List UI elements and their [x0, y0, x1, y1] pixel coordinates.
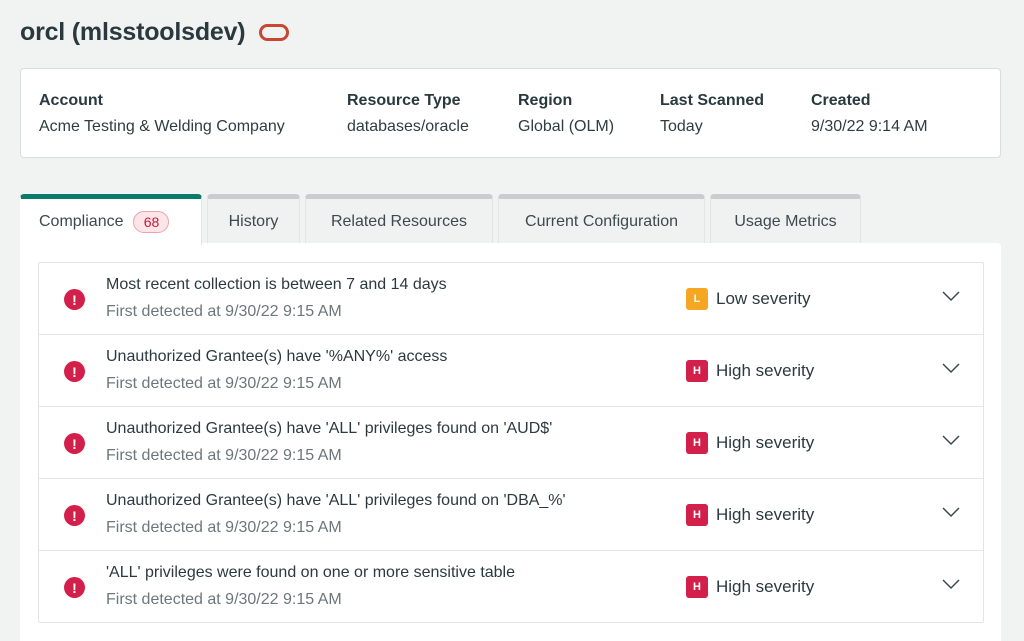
info-value: Today — [660, 118, 703, 135]
info-label: Region — [518, 92, 573, 109]
finding-title: Unauthorized Grantee(s) have 'ALL' privi… — [106, 420, 553, 437]
info-region: Region Global (OLM) — [518, 91, 614, 137]
info-value: Acme Testing & Welding Company — [39, 118, 285, 135]
finding-row[interactable]: ! 'ALL' privileges were found on one or … — [39, 551, 983, 622]
tab-related-resources[interactable]: Related Resources — [305, 194, 493, 244]
tab-label: Compliance — [39, 213, 124, 230]
tab-compliance[interactable]: Compliance 68 — [20, 194, 202, 245]
severity-label: High severity — [716, 361, 815, 380]
chevron-down-icon[interactable] — [942, 505, 960, 519]
page-header: orcl (mlsstoolsdev) — [20, 14, 290, 50]
finding-row[interactable]: ! Unauthorized Grantee(s) have 'ALL' pri… — [39, 407, 983, 479]
severity-badge-low: L — [686, 288, 708, 310]
tab-current-configuration[interactable]: Current Configuration — [498, 194, 705, 244]
page: orcl (mlsstoolsdev) Account Acme Testing… — [0, 0, 1024, 641]
finding-row[interactable]: ! Unauthorized Grantee(s) have '%ANY%' a… — [39, 335, 983, 407]
finding-row[interactable]: ! Unauthorized Grantee(s) have 'ALL' pri… — [39, 479, 983, 551]
chevron-down-icon[interactable] — [942, 577, 960, 591]
finding-row[interactable]: ! Most recent collection is between 7 an… — [39, 263, 983, 335]
chevron-down-icon[interactable] — [942, 289, 960, 303]
alert-icon: ! — [64, 361, 85, 382]
info-value: Global (OLM) — [518, 118, 615, 135]
info-value: 9/30/22 9:14 AM — [811, 118, 928, 135]
info-label: Resource Type — [347, 92, 461, 109]
info-label: Account — [39, 92, 103, 109]
tab-label: Usage Metrics — [734, 212, 837, 230]
alert-icon: ! — [64, 289, 85, 310]
tab-history[interactable]: History — [207, 194, 300, 244]
finding-title: Most recent collection is between 7 and … — [106, 276, 447, 293]
tab-label: History — [228, 212, 279, 230]
finding-detected: First detected at 9/30/22 9:15 AM — [106, 375, 342, 392]
severity: H High severity — [686, 432, 814, 454]
alert-icon: ! — [64, 433, 85, 454]
severity-badge-high: H — [686, 504, 708, 526]
severity: H High severity — [686, 360, 814, 382]
finding-detected: First detected at 9/30/22 9:15 AM — [106, 447, 342, 464]
oracle-logo-icon — [259, 23, 290, 41]
info-created: Created 9/30/22 9:14 AM — [811, 91, 928, 137]
severity-label: High severity — [716, 577, 815, 596]
severity-label: High severity — [716, 505, 815, 524]
tab-label: Current Configuration — [525, 212, 678, 230]
tab-bar: Compliance 68 History Related Resources … — [20, 194, 866, 245]
info-resource-type: Resource Type databases/oracle — [347, 91, 469, 137]
alert-icon: ! — [64, 577, 85, 598]
finding-title: Unauthorized Grantee(s) have 'ALL' privi… — [106, 492, 566, 509]
tab-usage-metrics[interactable]: Usage Metrics — [710, 194, 861, 244]
severity: H High severity — [686, 576, 814, 598]
finding-detected: First detected at 9/30/22 9:15 AM — [106, 303, 342, 320]
severity-label: High severity — [716, 433, 815, 452]
alert-icon: ! — [64, 505, 85, 526]
severity-badge-high: H — [686, 576, 708, 598]
finding-title: 'ALL' privileges were found on one or mo… — [106, 564, 516, 581]
chevron-down-icon[interactable] — [942, 433, 960, 447]
severity-label: Low severity — [716, 289, 811, 308]
resource-info-card: Account Acme Testing & Welding Company R… — [20, 68, 1001, 158]
compliance-panel: ! Most recent collection is between 7 an… — [20, 243, 1001, 641]
finding-title: Unauthorized Grantee(s) have '%ANY%' acc… — [106, 348, 448, 365]
severity-badge-high: H — [686, 360, 708, 382]
finding-detected: First detected at 9/30/22 9:15 AM — [106, 591, 342, 608]
severity-badge-high: H — [686, 432, 708, 454]
info-label: Last Scanned — [660, 92, 765, 109]
severity: L Low severity — [686, 288, 810, 310]
info-account: Account Acme Testing & Welding Company — [39, 91, 285, 137]
info-label: Created — [811, 92, 871, 109]
compliance-count-badge: 68 — [133, 211, 170, 233]
findings-list: ! Most recent collection is between 7 an… — [38, 262, 984, 623]
info-last-scanned: Last Scanned Today — [660, 91, 764, 137]
info-value: databases/oracle — [347, 118, 469, 135]
severity: H High severity — [686, 504, 814, 526]
chevron-down-icon[interactable] — [942, 361, 960, 375]
finding-detected: First detected at 9/30/22 9:15 AM — [106, 519, 342, 536]
page-title: orcl (mlsstoolsdev) — [20, 17, 246, 46]
tab-label: Related Resources — [330, 212, 468, 230]
